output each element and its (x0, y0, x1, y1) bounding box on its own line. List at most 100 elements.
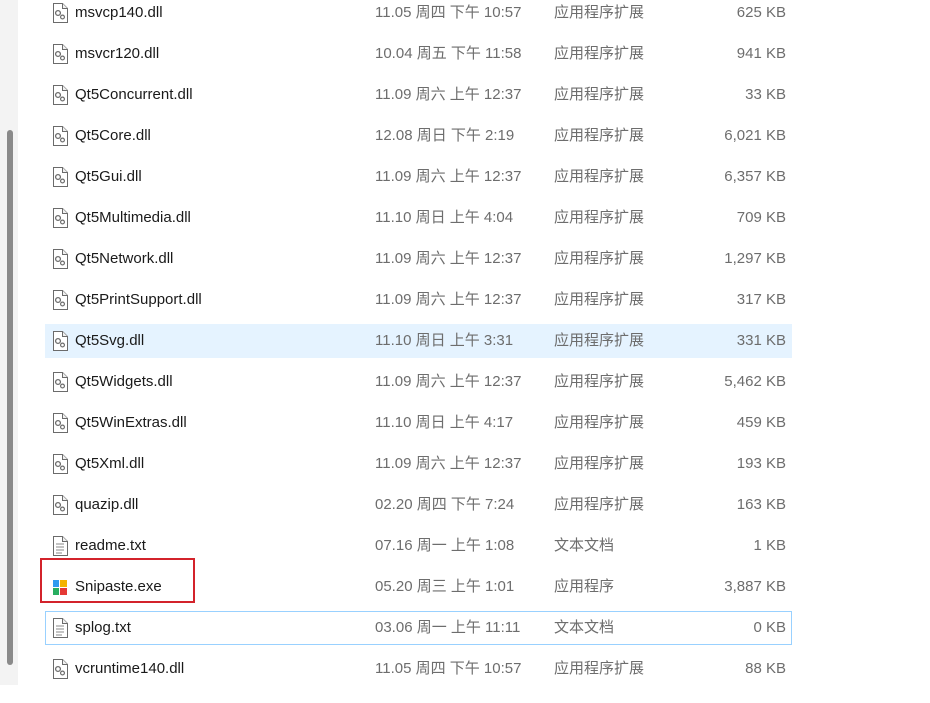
file-type: 应用程序扩展 (554, 4, 645, 21)
file-size: 709 KB (736, 209, 786, 226)
file-name: Qt5Multimedia.dll (75, 209, 191, 226)
file-row[interactable]: Qt5Multimedia.dll 11.10 周日 上午 4:04 应用程序扩展 7… (45, 201, 792, 235)
dll-file-icon (52, 208, 68, 228)
file-name: Qt5Svg.dll (75, 332, 145, 349)
dll-file-icon (52, 413, 68, 433)
file-name: Qt5WinExtras.dll (75, 414, 187, 431)
file-row[interactable]: quazip.dll 02.20 周四 下午 7:24 应用程序扩展 163 KB (45, 488, 792, 522)
file-size: 625 KB (736, 4, 786, 21)
file-date-modified: 07.16 周一 上午 1:08 (375, 537, 515, 554)
dll-file-icon (52, 372, 68, 392)
file-date-modified: 11.09 周六 上午 12:37 (375, 168, 522, 185)
navigation-pane-scrollbar[interactable] (7, 130, 13, 665)
file-date-modified: 11.05 周四 下午 10:57 (375, 4, 522, 21)
annotation-highlight-box (40, 558, 195, 603)
file-row[interactable]: msvcr120.dll 10.04 周五 下午 11:58 应用程序扩展 941 K… (45, 37, 792, 71)
file-size: 6,357 KB (724, 168, 786, 185)
file-row[interactable]: Qt5Core.dll 12.08 周日 下午 2:19 应用程序扩展 6,021 K… (45, 119, 792, 153)
file-type: 应用程序扩展 (554, 414, 645, 431)
file-date-modified: 11.09 周六 上午 12:37 (375, 291, 522, 308)
file-row[interactable]: splog.txt 03.06 周一 上午 11:11 文本文档 0 KB (45, 611, 792, 645)
file-size: 88 KB (745, 660, 786, 677)
file-name: Qt5Concurrent.dll (75, 86, 193, 103)
text-file-icon (52, 536, 68, 556)
text-file-icon (52, 618, 68, 638)
file-row[interactable]: vcruntime140.dll 11.05 周四 下午 10:57 应用程序扩展 8… (45, 652, 792, 686)
file-date-modified: 11.10 周日 上午 4:04 (375, 209, 514, 226)
file-date-modified: 11.09 周六 上午 12:37 (375, 250, 522, 267)
file-type: 应用程序扩展 (554, 660, 645, 677)
navigation-pane (0, 0, 18, 685)
file-type: 应用程序扩展 (554, 168, 645, 185)
dll-file-icon (52, 659, 68, 679)
file-size: 33 KB (745, 86, 786, 103)
file-date-modified: 11.10 周日 上午 4:17 (375, 414, 514, 431)
file-type: 应用程序扩展 (554, 496, 645, 513)
dll-file-icon (52, 3, 68, 23)
file-type: 应用程序扩展 (554, 209, 645, 226)
file-date-modified: 03.06 周一 上午 11:11 (375, 619, 521, 636)
file-size: 6,021 KB (724, 127, 786, 144)
file-size: 163 KB (736, 496, 786, 513)
file-size: 941 KB (736, 45, 786, 62)
file-type: 应用程序 (554, 578, 615, 595)
dll-file-icon (52, 126, 68, 146)
dll-file-icon (52, 85, 68, 105)
file-name: Qt5Gui.dll (75, 168, 142, 185)
file-name: msvcp140.dll (75, 4, 163, 21)
file-size: 193 KB (736, 455, 786, 472)
file-size: 331 KB (736, 332, 786, 349)
file-name: quazip.dll (75, 496, 139, 513)
file-row[interactable]: Qt5Svg.dll 11.10 周日 上午 3:31 应用程序扩展 331 KB (45, 324, 792, 358)
file-size: 459 KB (736, 414, 786, 431)
file-date-modified: 11.05 周四 下午 10:57 (375, 660, 522, 677)
file-type: 应用程序扩展 (554, 45, 645, 62)
file-type: 应用程序扩展 (554, 455, 645, 472)
file-name: Qt5Widgets.dll (75, 373, 173, 390)
file-type: 应用程序扩展 (554, 250, 645, 267)
dll-file-icon (52, 249, 68, 269)
file-type: 应用程序扩展 (554, 127, 645, 144)
file-date-modified: 11.09 周六 上午 12:37 (375, 86, 522, 103)
file-date-modified: 05.20 周三 上午 1:01 (375, 578, 515, 595)
file-size: 0 KB (753, 619, 786, 636)
file-date-modified: 12.08 周日 下午 2:19 (375, 127, 515, 144)
file-type: 应用程序扩展 (554, 291, 645, 308)
file-name: Qt5Network.dll (75, 250, 174, 267)
file-size: 1,297 KB (724, 250, 786, 267)
file-row[interactable]: Qt5Network.dll 11.09 周六 上午 12:37 应用程序扩展 1,2… (45, 242, 792, 276)
dll-file-icon (52, 290, 68, 310)
file-row[interactable]: Qt5PrintSupport.dll 11.09 周六 上午 12:37 应用程序… (45, 283, 792, 317)
file-date-modified: 11.10 周日 上午 3:31 (375, 332, 514, 349)
file-row[interactable]: Qt5Xml.dll 11.09 周六 上午 12:37 应用程序扩展 193 KB (45, 447, 792, 481)
file-size: 3,887 KB (724, 578, 786, 595)
dll-file-icon (52, 454, 68, 474)
file-size: 1 KB (753, 537, 786, 554)
file-type: 文本文档 (554, 619, 615, 636)
file-name: splog.txt (75, 619, 131, 636)
file-row[interactable]: msvcp140.dll 11.05 周四 下午 10:57 应用程序扩展 625 K… (45, 0, 792, 30)
file-name: Qt5Core.dll (75, 127, 151, 144)
file-explorer-window: msvcp140.dll 11.05 周四 下午 10:57 应用程序扩展 625 K… (0, 0, 930, 703)
file-name: Qt5Xml.dll (75, 455, 145, 472)
file-row[interactable]: Qt5WinExtras.dll 11.10 周日 上午 4:17 应用程序扩展 45… (45, 406, 792, 440)
file-row[interactable]: Qt5Concurrent.dll 11.09 周六 上午 12:37 应用程序扩展… (45, 78, 792, 112)
file-date-modified: 02.20 周四 下午 7:24 (375, 496, 515, 513)
file-type: 应用程序扩展 (554, 373, 645, 390)
file-type: 应用程序扩展 (554, 332, 645, 349)
dll-file-icon (52, 44, 68, 64)
file-row[interactable]: Qt5Gui.dll 11.09 周六 上午 12:37 应用程序扩展 6,357 K… (45, 160, 792, 194)
file-row[interactable]: Qt5Widgets.dll 11.09 周六 上午 12:37 应用程序扩展 5,4… (45, 365, 792, 399)
file-name: vcruntime140.dll (75, 660, 185, 677)
file-name: msvcr120.dll (75, 45, 160, 62)
file-size: 5,462 KB (724, 373, 786, 390)
file-type: 文本文档 (554, 537, 615, 554)
file-size: 317 KB (736, 291, 786, 308)
file-date-modified: 11.09 周六 上午 12:37 (375, 373, 522, 390)
file-date-modified: 10.04 周五 下午 11:58 (375, 45, 522, 62)
file-date-modified: 11.09 周六 上午 12:37 (375, 455, 522, 472)
file-type: 应用程序扩展 (554, 86, 645, 103)
dll-file-icon (52, 495, 68, 515)
dll-file-icon (52, 167, 68, 187)
dll-file-icon (52, 331, 68, 351)
